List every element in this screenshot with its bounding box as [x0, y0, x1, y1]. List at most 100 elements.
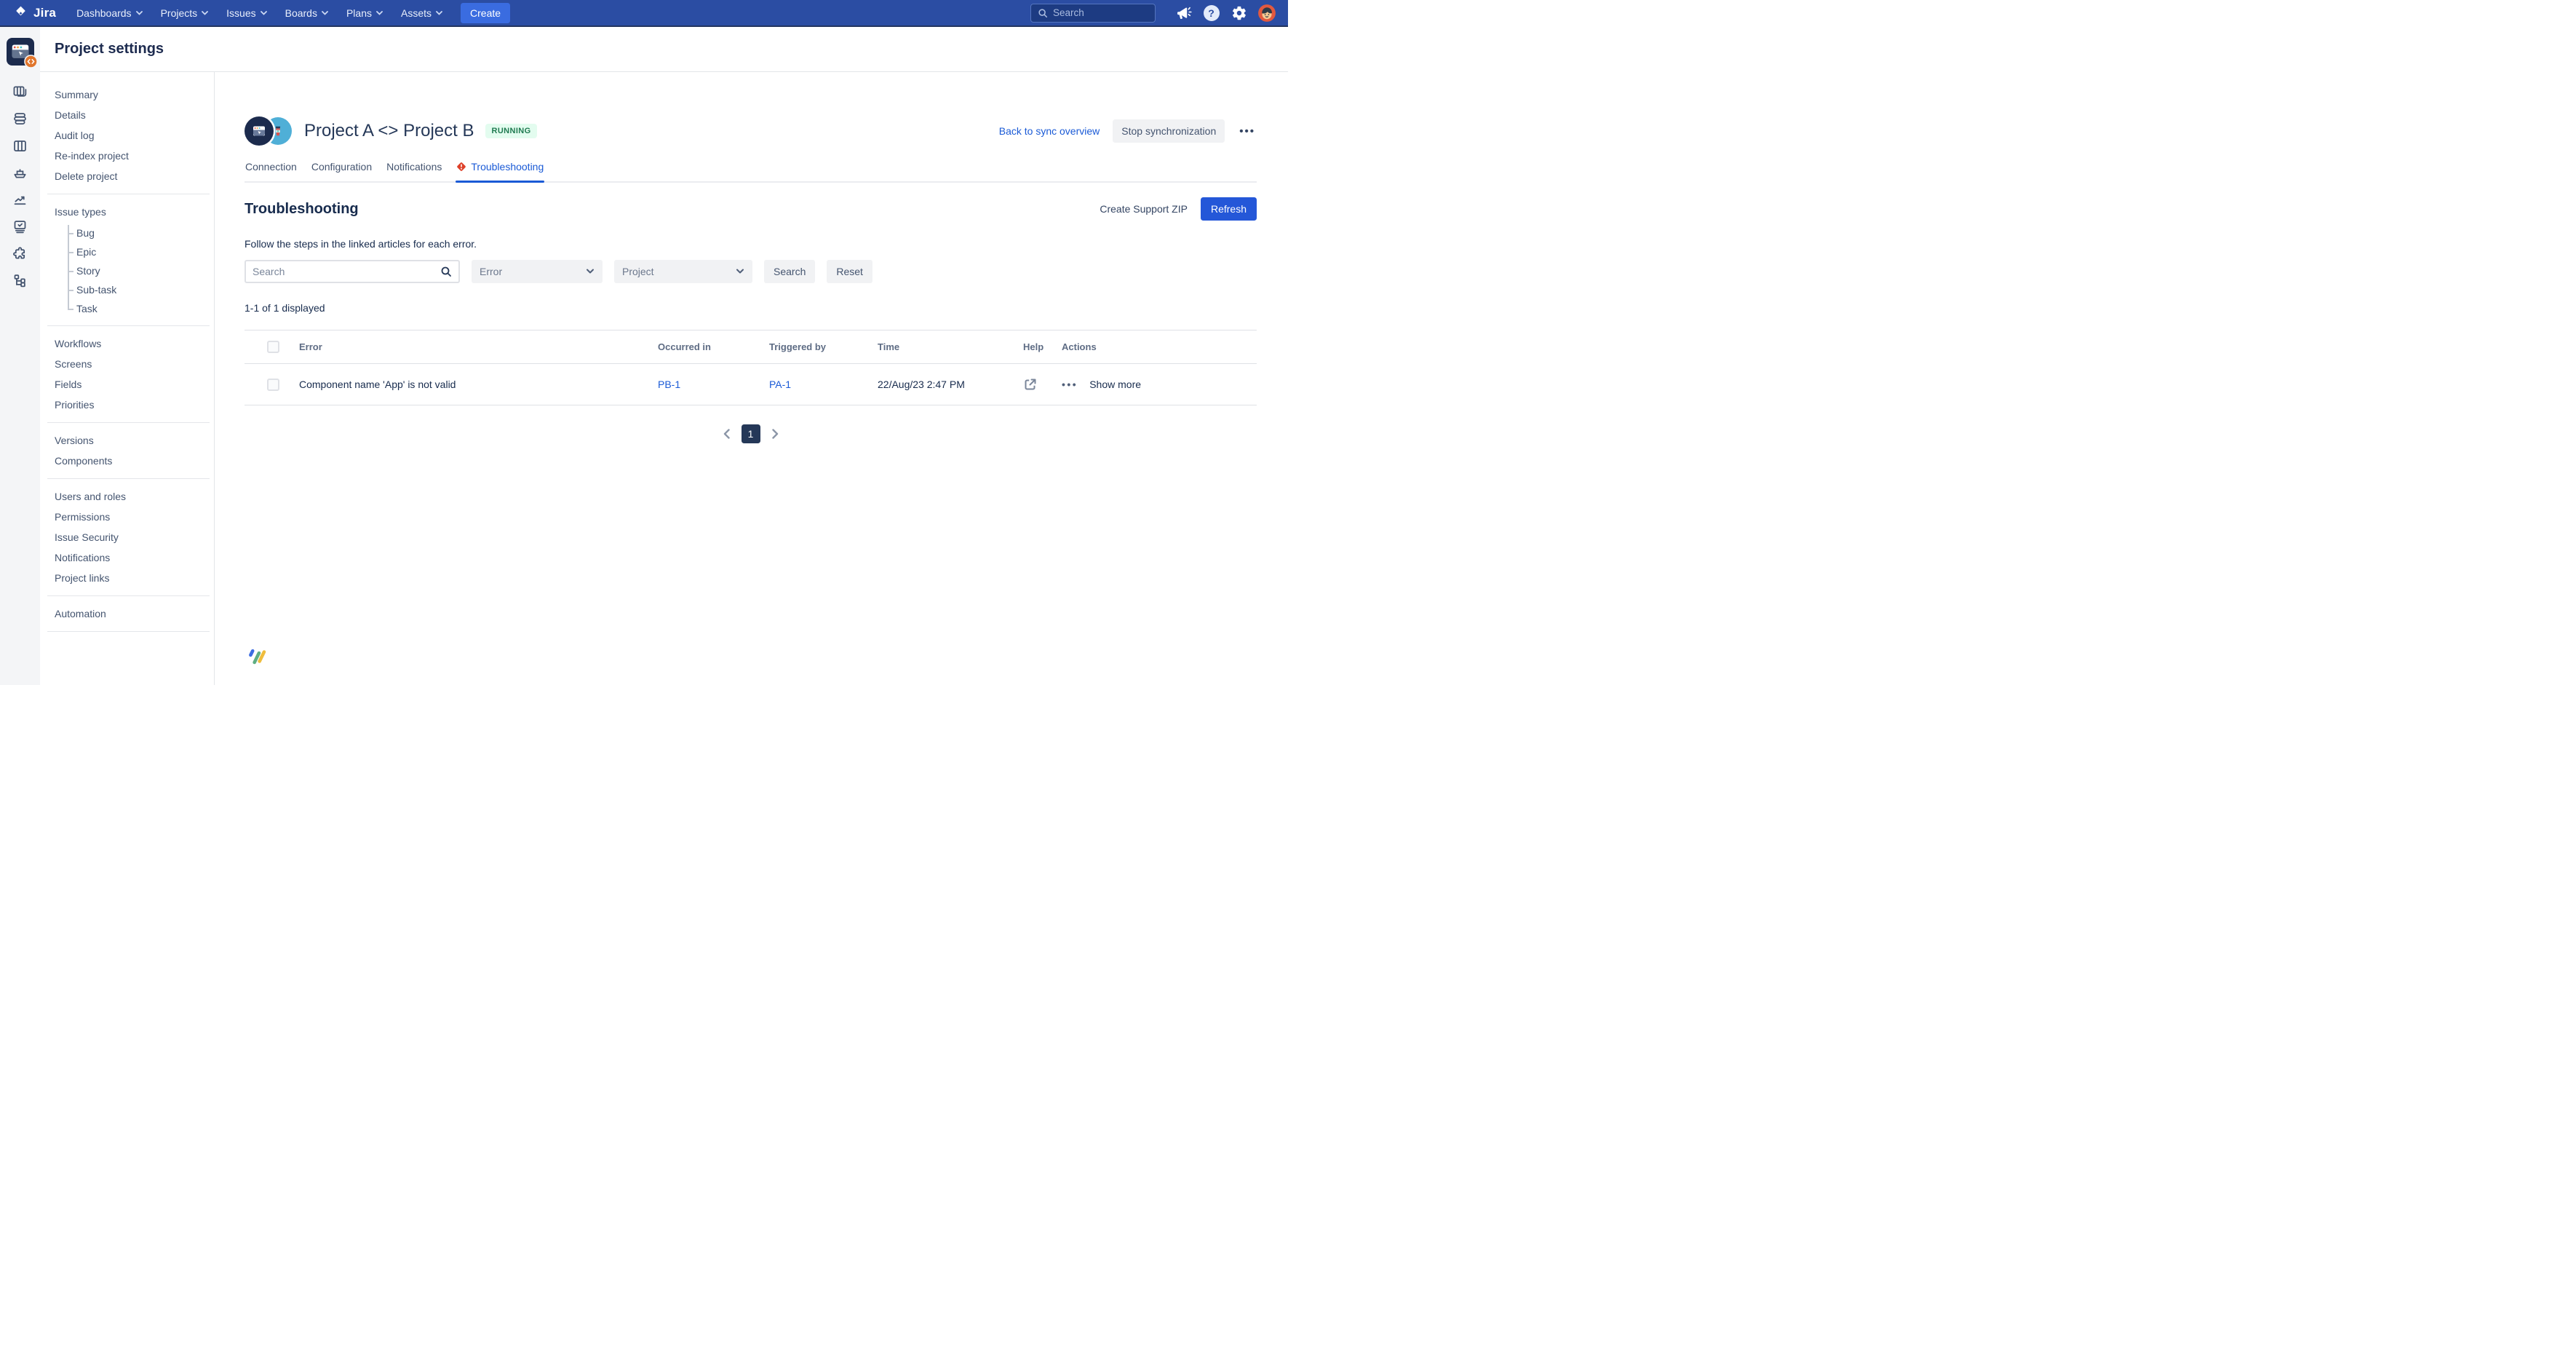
result-count: 1-1 of 1 displayed	[245, 302, 1257, 314]
megaphone-icon	[1175, 4, 1193, 22]
rail-boards-stack-icon[interactable]	[12, 84, 28, 100]
rail-apps-puzzle-icon[interactable]	[12, 246, 28, 261]
sidebar-item-reindex-project[interactable]: Re-index project	[55, 146, 214, 166]
sidebar-item-priorities[interactable]: Priorities	[55, 395, 214, 415]
sidebar-item-subtask[interactable]: Sub-task	[68, 280, 214, 299]
sidebar-item-workflows[interactable]: Workflows	[55, 333, 214, 354]
col-actions: Actions	[1062, 341, 1257, 352]
chevron-left-icon	[723, 429, 730, 439]
tab-connection[interactable]: Connection	[245, 161, 298, 181]
sync-connection-avatar	[245, 116, 293, 146]
create-support-zip-button[interactable]: Create Support ZIP	[1100, 203, 1188, 215]
chevron-right-icon	[772, 429, 779, 439]
global-search-placeholder: Search	[1053, 7, 1084, 18]
rail-queues-icon[interactable]	[12, 111, 28, 127]
nav-plans[interactable]: Plans	[346, 7, 383, 19]
external-link-icon[interactable]	[1023, 377, 1038, 392]
sidebar-item-bug[interactable]: Bug	[68, 223, 214, 242]
nav-issues[interactable]: Issues	[226, 7, 266, 19]
page-title: Project settings	[55, 41, 164, 58]
sync-actions: Back to sync overview Stop synchronizati…	[999, 119, 1257, 143]
error-search-input[interactable]: Search	[245, 260, 460, 283]
sidebar-item-issue-types[interactable]: Issue types	[55, 202, 214, 222]
sidebar-item-details[interactable]: Details	[55, 105, 214, 125]
reset-button[interactable]: Reset	[827, 260, 872, 283]
sidebar-divider	[47, 478, 210, 479]
sidebar-item-task[interactable]: Task	[68, 299, 214, 318]
search-icon	[1038, 8, 1048, 18]
section-description: Follow the steps in the linked articles …	[245, 238, 1257, 250]
nav-projects[interactable]: Projects	[161, 7, 209, 19]
triggered-by-issue-link[interactable]: PA-1	[769, 379, 791, 390]
project-filter-select[interactable]: Project	[614, 260, 752, 283]
chevron-down-icon	[586, 269, 595, 274]
top-navigation: Jira Dashboards Projects Issues Boards P…	[0, 0, 1288, 27]
rail-card-check-icon[interactable]	[12, 219, 28, 234]
sidebar-item-story[interactable]: Story	[68, 261, 214, 280]
row-more-menu-button[interactable]: •••	[1062, 379, 1078, 390]
chevron-down-icon	[202, 11, 208, 15]
rail-releases-ship-icon[interactable]	[12, 165, 28, 181]
current-page-button[interactable]: 1	[742, 424, 760, 443]
rail-hierarchy-tree-icon[interactable]	[12, 273, 28, 288]
chevron-down-icon	[322, 11, 328, 15]
previous-page-button[interactable]	[723, 429, 730, 439]
sidebar-item-issue-security[interactable]: Issue Security	[55, 527, 214, 547]
settings-button[interactable]	[1229, 3, 1249, 23]
search-button[interactable]: Search	[764, 260, 815, 283]
global-search-input[interactable]: Search	[1030, 4, 1156, 23]
help-button[interactable]: ?	[1201, 3, 1221, 23]
section-title: Troubleshooting	[245, 201, 359, 218]
select-all-checkbox[interactable]	[267, 341, 279, 353]
sidebar-item-components[interactable]: Components	[55, 451, 214, 471]
tab-troubleshooting[interactable]: Troubleshooting	[456, 161, 544, 181]
announcements-button[interactable]	[1174, 3, 1193, 23]
chevron-down-icon	[376, 11, 383, 15]
jira-logo-icon	[13, 5, 28, 20]
nav-dashboards[interactable]: Dashboards	[76, 7, 143, 19]
col-error: Error	[299, 341, 658, 352]
sidebar-item-epic[interactable]: Epic	[68, 242, 214, 261]
sidebar-item-fields[interactable]: Fields	[55, 374, 214, 395]
next-page-button[interactable]	[772, 429, 779, 439]
sidebar-item-notifications[interactable]: Notifications	[55, 547, 214, 568]
nav-assets[interactable]: Assets	[401, 7, 442, 19]
sidebar-item-versions[interactable]: Versions	[55, 430, 214, 451]
error-filter-value: Error	[480, 266, 502, 277]
sidebar-divider	[47, 325, 210, 326]
user-avatar[interactable]	[1257, 3, 1276, 23]
error-search-placeholder: Search	[253, 266, 440, 277]
sidebar-item-summary[interactable]: Summary	[55, 84, 214, 105]
nav-boards[interactable]: Boards	[285, 7, 328, 19]
rail-reports-chart-icon[interactable]	[12, 192, 28, 207]
project-avatar[interactable]	[7, 38, 34, 66]
show-more-button[interactable]: Show more	[1089, 379, 1141, 390]
sidebar-item-project-links[interactable]: Project links	[55, 568, 214, 588]
sidebar-item-audit-log[interactable]: Audit log	[55, 125, 214, 146]
project-filter-value: Project	[622, 266, 654, 277]
sync-tabs: Connection Configuration Notifications T…	[245, 161, 1257, 183]
create-button[interactable]: Create	[461, 3, 510, 23]
tab-configuration[interactable]: Configuration	[311, 161, 373, 181]
sidebar-item-screens[interactable]: Screens	[55, 354, 214, 374]
occurred-in-issue-link[interactable]: PB-1	[658, 379, 680, 390]
errors-table-header: Error Occurred in Triggered by Time Help…	[245, 330, 1257, 364]
code-badge-icon	[24, 55, 38, 68]
jira-logo[interactable]: Jira	[13, 5, 56, 20]
stop-synchronization-button[interactable]: Stop synchronization	[1113, 119, 1225, 143]
row-checkbox[interactable]	[267, 379, 279, 391]
tab-notifications-label: Notifications	[386, 161, 442, 173]
col-time: Time	[878, 341, 1023, 352]
sidebar-item-users-and-roles[interactable]: Users and roles	[55, 486, 214, 507]
back-to-sync-overview-link[interactable]: Back to sync overview	[999, 125, 1100, 137]
rail-board-columns-icon[interactable]	[12, 138, 28, 154]
tab-notifications[interactable]: Notifications	[386, 161, 442, 181]
refresh-button[interactable]: Refresh	[1201, 197, 1257, 221]
sync-more-menu-button[interactable]: •••	[1238, 125, 1257, 138]
sidebar-item-automation[interactable]: Automation	[55, 603, 214, 624]
sidebar-item-permissions[interactable]: Permissions	[55, 507, 214, 527]
sidebar-item-delete-project[interactable]: Delete project	[55, 166, 214, 186]
gear-icon	[1231, 5, 1247, 21]
error-filter-select[interactable]: Error	[472, 260, 603, 283]
col-triggered-by: Triggered by	[769, 341, 878, 352]
